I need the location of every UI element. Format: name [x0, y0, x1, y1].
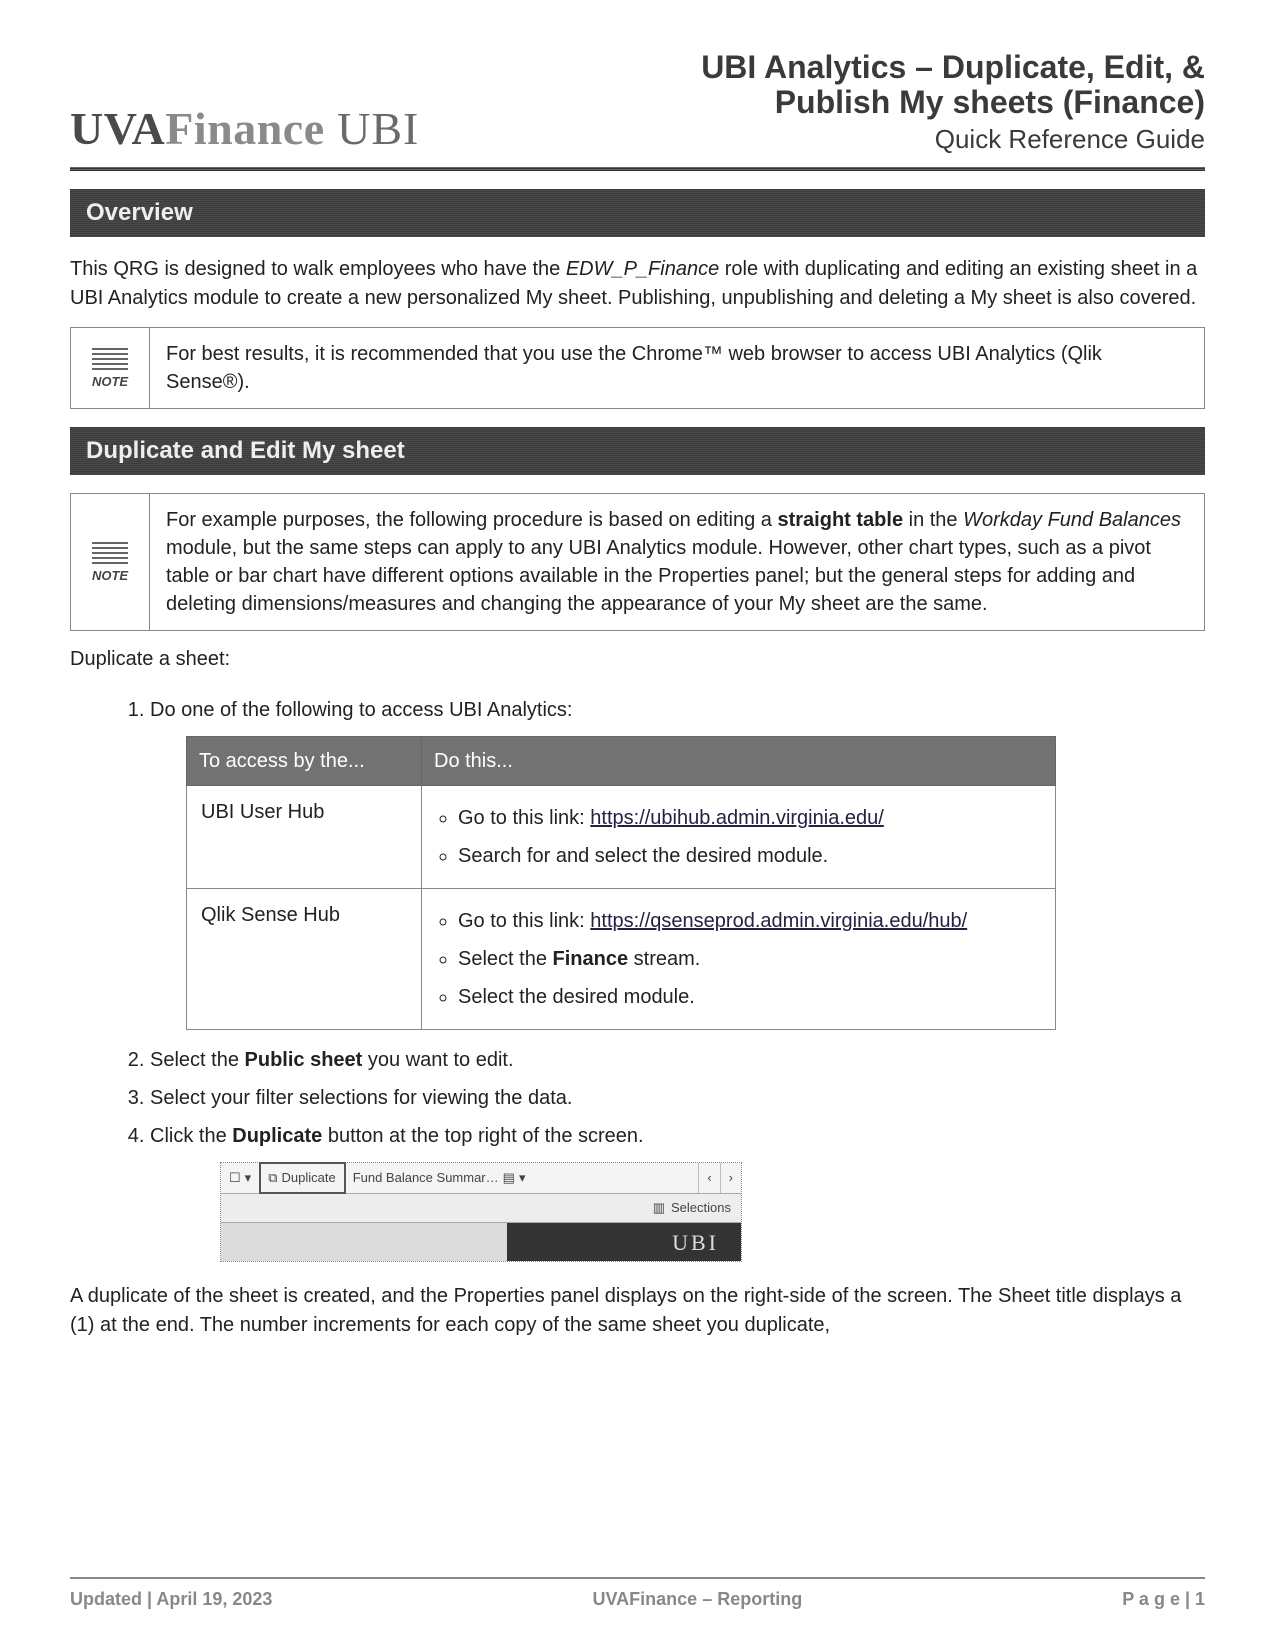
sheet-icon: ▤	[503, 1168, 515, 1189]
footer: Updated | April 19, 2023 UVAFinance – Re…	[70, 1577, 1205, 1610]
list-item: Select the Finance stream.	[458, 943, 1041, 975]
step-1: Do one of the following to access UBI An…	[150, 694, 1205, 1030]
sheet-dropdown[interactable]: Fund Balance Summar… ▤ ▾	[345, 1163, 700, 1193]
list-item: Go to this link: https://qsenseprod.admi…	[458, 905, 1041, 937]
note-box-2: NOTE For example purposes, the following…	[70, 493, 1205, 631]
th-do-this: Do this...	[422, 737, 1056, 786]
qlik-screenshot: ☐ ▾ ⧉ Duplicate Fund Balance Summar… ▤ ▾…	[220, 1162, 742, 1262]
cell-qlik-hub: Qlik Sense Hub	[187, 889, 422, 1030]
note-2-text: For example purposes, the following proc…	[150, 494, 1204, 630]
prev-sheet-button[interactable]: ‹	[699, 1163, 720, 1193]
doc-subtitle: Quick Reference Guide	[701, 124, 1205, 155]
logo-ubi: UBI	[325, 103, 420, 154]
list-item: Search for and select the desired module…	[458, 840, 1041, 872]
step-3: Select your filter selections for viewin…	[150, 1082, 1205, 1114]
doc-title-line2: Publish My sheets (Finance)	[701, 85, 1205, 120]
selections-label[interactable]: Selections	[671, 1198, 731, 1219]
duplicate-label: Duplicate	[281, 1168, 335, 1189]
footer-page: P a g e | 1	[1122, 1589, 1205, 1610]
cell-qlik-hub-steps: Go to this link: https://qsenseprod.admi…	[422, 889, 1056, 1030]
list-item: Select the desired module.	[458, 981, 1041, 1013]
doc-title-line1: UBI Analytics – Duplicate, Edit, &	[701, 50, 1205, 85]
sheet-name: Fund Balance Summar…	[353, 1168, 499, 1189]
footer-updated: Updated | April 19, 2023	[70, 1589, 272, 1610]
note-label: NOTE	[92, 568, 128, 583]
bookmark-icon: ☐	[229, 1168, 241, 1189]
note-lines-icon	[92, 348, 128, 370]
role-name: EDW_P_Finance	[566, 258, 719, 280]
section-duplicate: Duplicate and Edit My sheet	[70, 427, 1205, 475]
note-1-text: For best results, it is recommended that…	[150, 328, 1204, 408]
th-access-by: To access by the...	[187, 737, 422, 786]
header-rule	[70, 167, 1205, 171]
duplicate-button[interactable]: ⧉ Duplicate	[260, 1163, 345, 1193]
chevron-down-icon: ▾	[245, 1168, 252, 1189]
table-row: UBI User Hub Go to this link: https://ub…	[187, 786, 1056, 889]
note-lines-icon	[92, 542, 128, 564]
note-label: NOTE	[92, 374, 128, 389]
ubi-watermark: UBI	[672, 1225, 719, 1260]
note-icon: NOTE	[71, 328, 150, 408]
cell-ubi-hub-steps: Go to this link: https://ubihub.admin.vi…	[422, 786, 1056, 889]
note-icon: NOTE	[71, 494, 150, 630]
list-item: Go to this link: https://ubihub.admin.vi…	[458, 802, 1041, 834]
access-table: To access by the... Do this... UBI User …	[186, 736, 1056, 1030]
logo: UVAFinance UBI	[70, 102, 419, 155]
duplicate-icon: ⧉	[268, 1168, 277, 1189]
bookmark-button[interactable]: ☐ ▾	[221, 1163, 260, 1193]
logo-finance: Finance	[165, 103, 324, 154]
selections-icon: ▥	[653, 1198, 665, 1219]
table-row: Qlik Sense Hub Go to this link: https://…	[187, 889, 1056, 1030]
title-block: UBI Analytics – Duplicate, Edit, & Publi…	[701, 50, 1205, 155]
cell-ubi-hub: UBI User Hub	[187, 786, 422, 889]
section-overview: Overview	[70, 189, 1205, 237]
step-4: Click the Duplicate button at the top ri…	[150, 1120, 1205, 1262]
step-2: Select the Public sheet you want to edit…	[150, 1044, 1205, 1076]
closing-paragraph: A duplicate of the sheet is created, and…	[70, 1282, 1205, 1340]
logo-uva: UVA	[70, 103, 165, 154]
ubihub-link[interactable]: https://ubihub.admin.virginia.edu/	[590, 807, 884, 829]
overview-paragraph: This QRG is designed to walk employees w…	[70, 255, 1205, 313]
next-sheet-button[interactable]: ›	[721, 1163, 741, 1193]
footer-center: UVAFinance – Reporting	[593, 1589, 803, 1610]
qsense-link[interactable]: https://qsenseprod.admin.virginia.edu/hu…	[590, 910, 967, 932]
note-box-1: NOTE For best results, it is recommended…	[70, 327, 1205, 409]
steps-list: Do one of the following to access UBI An…	[110, 694, 1205, 1262]
chevron-down-icon: ▾	[519, 1168, 526, 1189]
duplicate-intro: Duplicate a sheet:	[70, 645, 1205, 674]
